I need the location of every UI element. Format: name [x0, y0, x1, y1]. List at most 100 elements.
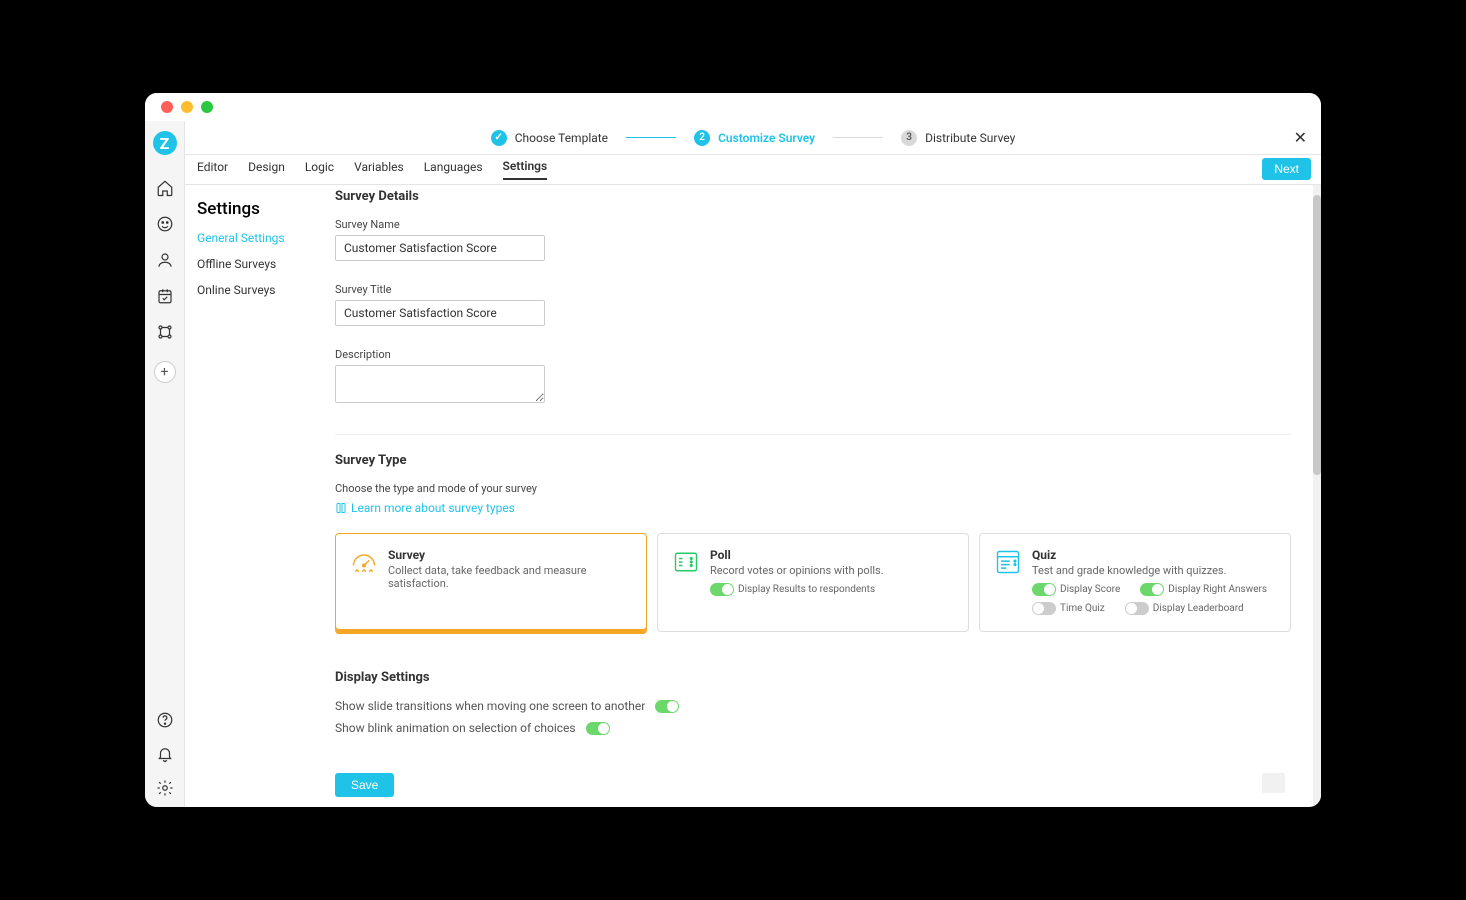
app-window: Z + [145, 93, 1321, 807]
setting-label: Show blink animation on selection of cho… [335, 721, 576, 735]
card-description: Test and grade knowledge with quizzes. [1032, 564, 1267, 577]
survey-name-input[interactable] [335, 235, 545, 261]
wizard-step-label: Customize Survey [718, 131, 815, 145]
next-button[interactable]: Next [1262, 158, 1311, 180]
help-icon[interactable] [156, 711, 174, 729]
toggle-display-score[interactable] [1032, 583, 1056, 596]
section-heading: Display Settings [335, 670, 1291, 685]
display-setting-row: Show slide transitions when moving one s… [335, 699, 1291, 713]
user-icon[interactable] [156, 251, 174, 269]
tab-logic[interactable]: Logic [305, 160, 334, 179]
home-icon[interactable] [156, 179, 174, 197]
wizard-connector [626, 137, 676, 138]
quiz-option-right-answers: Display Right Answers [1140, 583, 1267, 596]
description-input[interactable] [335, 365, 545, 403]
calendar-icon[interactable] [156, 287, 174, 305]
survey-title-input[interactable] [335, 300, 545, 326]
card-title: Survey [388, 548, 632, 562]
option-label: Display Score [1060, 584, 1120, 595]
type-card-poll[interactable]: Poll Record votes or opinions with polls… [657, 533, 969, 632]
type-cards: Survey Collect data, take feedback and m… [335, 533, 1291, 632]
display-setting-row: Show blink animation on selection of cho… [335, 721, 1291, 735]
type-card-quiz[interactable]: Quiz Test and grade knowledge with quizz… [979, 533, 1291, 632]
card-description: Collect data, take feedback and measure … [388, 564, 632, 590]
type-card-survey[interactable]: Survey Collect data, take feedback and m… [335, 533, 647, 632]
poll-icon [672, 548, 700, 615]
quiz-option-leaderboard: Display Leaderboard [1125, 602, 1244, 615]
card-description: Record votes or opinions with polls. [710, 564, 884, 577]
toggle-time-quiz[interactable] [1032, 602, 1056, 615]
check-icon: ✓ [491, 130, 507, 146]
toggle-blink-animation[interactable] [586, 722, 610, 735]
scrollbar-thumb[interactable] [1313, 195, 1321, 475]
field-label-survey-title: Survey Title [335, 283, 1291, 296]
tabs-row: Editor Design Logic Variables Languages … [185, 155, 1321, 185]
quiz-icon [994, 548, 1022, 615]
secondary-button[interactable] [1262, 773, 1285, 793]
setting-label: Show slide transitions when moving one s… [335, 699, 645, 713]
option-label: Display Results to respondents [738, 584, 875, 595]
quiz-option-display-score: Display Score [1032, 583, 1120, 596]
sideitem-offline-surveys[interactable]: Offline Surveys [197, 257, 335, 271]
bell-icon[interactable] [156, 745, 174, 763]
main-form: Survey Details Survey Name Survey Title … [335, 185, 1321, 807]
learn-more-link[interactable]: Learn more about survey types [335, 501, 515, 515]
toggle-leaderboard[interactable] [1125, 602, 1149, 615]
toggle-display-results[interactable] [710, 583, 734, 596]
save-bar: Save [335, 765, 1291, 807]
section-survey-details: Survey Details Survey Name Survey Title … [335, 185, 1291, 435]
option-label: Time Quiz [1060, 603, 1105, 614]
mac-titlebar [145, 93, 1321, 121]
tab-editor[interactable]: Editor [197, 160, 228, 179]
traffic-zoom-icon[interactable] [201, 101, 213, 113]
wizard-step-3[interactable]: 3 Distribute Survey [901, 130, 1015, 146]
save-button[interactable]: Save [335, 773, 394, 797]
wizard-step-2[interactable]: 2 Customize Survey [694, 130, 815, 146]
option-label: Display Right Answers [1168, 584, 1267, 595]
sideitem-general-settings[interactable]: General Settings [197, 231, 335, 245]
poll-option-display-results: Display Results to respondents [710, 583, 875, 596]
section-heading: Survey Details [335, 189, 1291, 204]
section-subheading: Choose the type and mode of your survey [335, 482, 1291, 495]
section-survey-type: Survey Type Choose the type and mode of … [335, 453, 1291, 632]
section-heading: Survey Type [335, 453, 1291, 468]
app-logo-icon[interactable]: Z [153, 131, 177, 155]
sideitem-online-surveys[interactable]: Online Surveys [197, 283, 335, 297]
divider [335, 434, 1291, 435]
wizard-step-label: Distribute Survey [925, 131, 1015, 145]
traffic-minimize-icon[interactable] [181, 101, 193, 113]
tab-languages[interactable]: Languages [424, 160, 483, 179]
book-icon [335, 502, 347, 514]
learn-more-label: Learn more about survey types [351, 501, 515, 515]
settings-sidepanel: Settings General Settings Offline Survey… [185, 185, 335, 807]
step-badge: 3 [901, 130, 917, 146]
wizard-step-1[interactable]: ✓ Choose Template [491, 130, 608, 146]
icon-rail: Z + [145, 121, 185, 807]
gauge-icon [350, 548, 378, 615]
main-column: ✓ Choose Template 2 Customize Survey 3 D… [185, 121, 1321, 807]
tab-settings[interactable]: Settings [503, 159, 548, 180]
traffic-close-icon[interactable] [161, 101, 173, 113]
wizard-header: ✓ Choose Template 2 Customize Survey 3 D… [185, 121, 1321, 155]
wizard-step-label: Choose Template [515, 131, 608, 145]
toggle-slide-transitions[interactable] [655, 700, 679, 713]
step-badge: 2 [694, 130, 710, 146]
card-title: Poll [710, 548, 884, 562]
gear-icon[interactable] [156, 779, 174, 797]
app-body: Z + [145, 121, 1321, 807]
sidepanel-heading: Settings [197, 199, 335, 219]
add-button[interactable]: + [154, 361, 176, 383]
content-area: Settings General Settings Offline Survey… [185, 185, 1321, 807]
quiz-option-time-quiz: Time Quiz [1032, 602, 1105, 615]
option-label: Display Leaderboard [1153, 603, 1244, 614]
close-icon[interactable]: ✕ [1294, 128, 1307, 147]
field-label-description: Description [335, 348, 1291, 361]
toggle-right-answers[interactable] [1140, 583, 1164, 596]
smiley-icon[interactable] [156, 215, 174, 233]
tab-design[interactable]: Design [248, 160, 285, 179]
tab-variables[interactable]: Variables [354, 160, 404, 179]
field-label-survey-name: Survey Name [335, 218, 1291, 231]
wizard-connector [833, 137, 883, 138]
workflow-icon[interactable] [156, 323, 174, 341]
card-title: Quiz [1032, 548, 1267, 562]
